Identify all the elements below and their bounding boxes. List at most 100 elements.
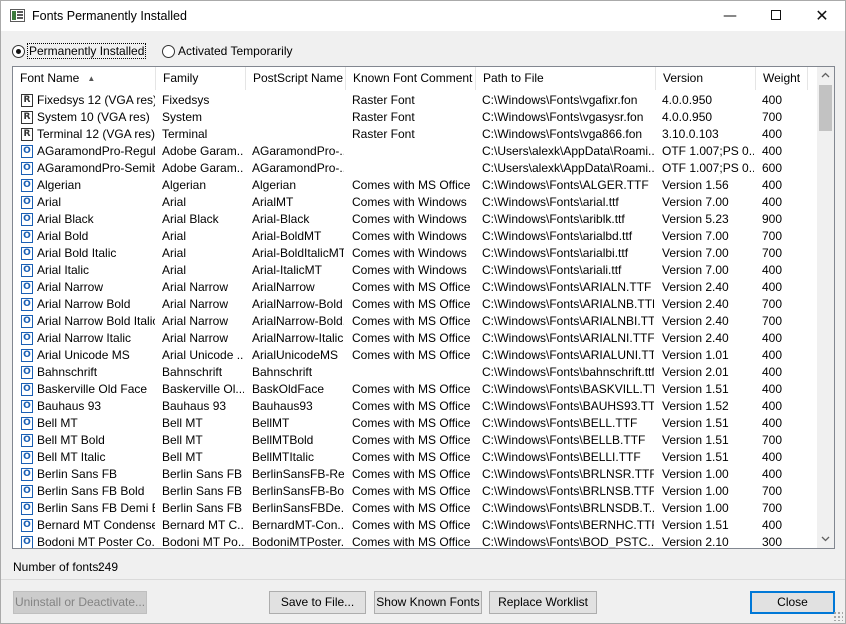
table-row[interactable]: O Arial Narrow Bold Arial Narrow ArialNarro… [13, 296, 817, 313]
cell-path-to-file: C:\Windows\Fonts\vga866.fon [482, 127, 643, 141]
cell-weight: 400 [762, 467, 783, 481]
table-row[interactable]: O Arial Black Arial Black Arial-Black Comes … [13, 211, 817, 228]
save-to-file-button[interactable]: Save to File... [269, 591, 366, 614]
table-row[interactable]: O Berlin Sans FB Berlin Sans FB BerlinSansF… [13, 466, 817, 483]
cell-path-to-file: C:\Windows\Fonts\ARIALN.TTF [482, 280, 652, 294]
table-row[interactable]: O Berlin Sans FB Demi B... Berlin Sans FB B… [13, 500, 817, 517]
scroll-down-button[interactable] [817, 531, 834, 548]
table-row[interactable]: O AGaramondPro-Regular Adobe Garam... AGara… [13, 143, 817, 160]
opentype-font-icon: O [21, 145, 33, 158]
show-known-fonts-button[interactable]: Show Known Fonts [374, 591, 482, 614]
cell-weight: 400 [762, 518, 783, 532]
cell-weight: 400 [762, 331, 783, 345]
column-header-postscript-name[interactable]: PostScript Name [246, 67, 346, 90]
column-header-family[interactable]: Family [156, 67, 246, 90]
replace-worklist-button[interactable]: Replace Worklist [489, 591, 597, 614]
scroll-up-button[interactable] [817, 67, 834, 84]
table-row[interactable]: O Bauhaus 93 Bauhaus 93 Bauhaus93 Comes with… [13, 398, 817, 415]
cell-path-to-file: C:\Windows\Fonts\arialbi.ttf [482, 246, 629, 260]
table-row[interactable]: O Bell MT Bold Bell MT BellMTBold Comes with… [13, 432, 817, 449]
table-row[interactable]: O Bahnschrift Bahnschrift Bahnschrift C:\Win… [13, 364, 817, 381]
column-header-known-font-comment[interactable]: Known Font Comment [346, 67, 476, 90]
maximize-icon [771, 10, 781, 20]
table-row[interactable]: O Baskerville Old Face Baskerville Ol... Ba… [13, 381, 817, 398]
opentype-font-icon: O [21, 417, 33, 430]
scroll-thumb[interactable] [819, 85, 832, 131]
cell-font-name: System 10 (VGA res) [37, 110, 150, 124]
maximize-button[interactable] [753, 1, 799, 31]
radio-temporary-indicator[interactable] [162, 44, 175, 58]
vertical-scrollbar[interactable] [817, 67, 834, 548]
cell-family: Adobe Garam... [162, 144, 244, 158]
column-header-path-to-file[interactable]: Path to File [476, 67, 656, 90]
cell-known-font-comment: Comes with Windows [352, 229, 467, 243]
uninstall-button[interactable]: Uninstall or Deactivate... [13, 591, 147, 614]
cell-known-font-comment [352, 160, 474, 177]
cell-path-to-file: C:\Windows\Fonts\BRLNSDB.T... [482, 501, 654, 515]
font-count-value: 249 [98, 560, 119, 574]
column-header-font-name[interactable]: Font Name ▲ [13, 67, 156, 90]
column-header-label: Font Name [20, 71, 80, 85]
cell-path-to-file: C:\Windows\Fonts\BRLNSR.TTF [482, 467, 654, 481]
table-row[interactable]: O Arial Narrow Arial Narrow ArialNarrow Come… [13, 279, 817, 296]
cell-weight: 400 [762, 348, 783, 362]
table-row[interactable]: O Bell MT Bell MT BellMT Comes with MS Offic… [13, 415, 817, 432]
table-row[interactable]: O Arial Bold Arial Arial-BoldMT Comes with W… [13, 228, 817, 245]
table-row[interactable]: R Terminal 12 (VGA res) Terminal Raster Fon… [13, 126, 817, 143]
cell-family: Berlin Sans FB [162, 501, 243, 515]
radio-permanently-installed[interactable]: Permanently Installed [12, 43, 147, 59]
cell-version: Version 1.51 [662, 382, 729, 396]
cell-path-to-file: C:\Windows\Fonts\BELLB.TTF [482, 433, 646, 447]
cell-known-font-comment: Comes with MS Office [352, 416, 471, 430]
table-row[interactable]: O Bodoni MT Poster Co... Bodoni MT Po... Bo… [13, 534, 817, 549]
cell-weight: 400 [762, 93, 783, 107]
radio-permanent-indicator[interactable] [12, 44, 25, 58]
window-title: Fonts Permanently Installed [32, 9, 187, 23]
close-window-button[interactable]: ✕ [799, 1, 845, 31]
radio-activated-temporarily[interactable]: Activated Temporarily [162, 43, 293, 59]
cell-version: Version 1.51 [662, 450, 729, 464]
fonts-list[interactable]: Font Name ▲ Family PostScript Name Known … [12, 66, 835, 549]
cell-family: Algerian [162, 178, 207, 192]
cell-postscript-name: BodoniMTPoster... [252, 535, 344, 549]
opentype-font-icon: O [21, 366, 33, 379]
cell-known-font-comment: Comes with MS Office [352, 501, 471, 515]
table-row[interactable]: O Arial Bold Italic Arial Arial-BoldItalicM… [13, 245, 817, 262]
cell-version: Version 1.51 [662, 518, 729, 532]
table-row[interactable]: R Fixedsys 12 (VGA res) Fixedsys Raster Fon… [13, 92, 817, 109]
cell-postscript-name: AGaramondPro-... [252, 144, 344, 158]
minimize-icon: — [723, 8, 737, 24]
cell-version: Version 1.51 [662, 416, 729, 430]
table-row[interactable]: O Berlin Sans FB Bold Berlin Sans FB Berlin… [13, 483, 817, 500]
cell-weight: 900 [762, 212, 783, 226]
cell-font-name: Berlin Sans FB [37, 467, 118, 481]
table-row[interactable]: O Arial Unicode MS Arial Unicode ... ArialU… [13, 347, 817, 364]
cell-postscript-name: Bauhaus93 [252, 399, 313, 413]
table-row[interactable]: O Bernard MT Condensed Bernard MT C... Bern… [13, 517, 817, 534]
close-button[interactable]: Close [750, 591, 835, 614]
cell-path-to-file: C:\Windows\Fonts\ARIALNBI.TTF [482, 314, 654, 328]
column-header-weight[interactable]: Weight [756, 67, 808, 90]
column-header-label: Known Font Comment [353, 71, 473, 85]
table-row[interactable]: R System 10 (VGA res) System Raster Font C:\… [13, 109, 817, 126]
cell-path-to-file: C:\Windows\Fonts\ALGER.TTF [482, 178, 649, 192]
table-row[interactable]: O AGaramondPro-Semib... Adobe Garam... AGar… [13, 160, 817, 177]
minimize-button[interactable]: — [707, 1, 753, 31]
table-row[interactable]: O Algerian Algerian Algerian Comes with MS O… [13, 177, 817, 194]
cell-family: System [162, 110, 203, 124]
cell-path-to-file: C:\Windows\Fonts\bahnschrift.ttf [482, 365, 654, 379]
table-row[interactable]: O Arial Narrow Italic Arial Narrow ArialNar… [13, 330, 817, 347]
opentype-font-icon: O [21, 230, 33, 243]
table-row[interactable]: O Arial Narrow Bold Italic Arial Narrow Ari… [13, 313, 817, 330]
opentype-font-icon: O [21, 298, 33, 311]
table-row[interactable]: O Arial Arial ArialMT Comes with Windows C:\W… [13, 194, 817, 211]
cell-family: Arial Narrow [162, 331, 229, 345]
table-row[interactable]: O Bell MT Italic Bell MT BellMTItalic Comes … [13, 449, 817, 466]
cell-family: Arial Narrow [162, 280, 229, 294]
resize-grip[interactable] [833, 611, 843, 621]
cell-family: Bodoni MT Po... [162, 535, 244, 549]
column-header-version[interactable]: Version [656, 67, 756, 90]
table-row[interactable]: O Arial Italic Arial Arial-ItalicMT Comes wi… [13, 262, 817, 279]
title-bar[interactable]: Fonts Permanently Installed — ✕ [1, 1, 845, 31]
cell-path-to-file: C:\Windows\Fonts\arialbd.ttf [482, 229, 633, 243]
